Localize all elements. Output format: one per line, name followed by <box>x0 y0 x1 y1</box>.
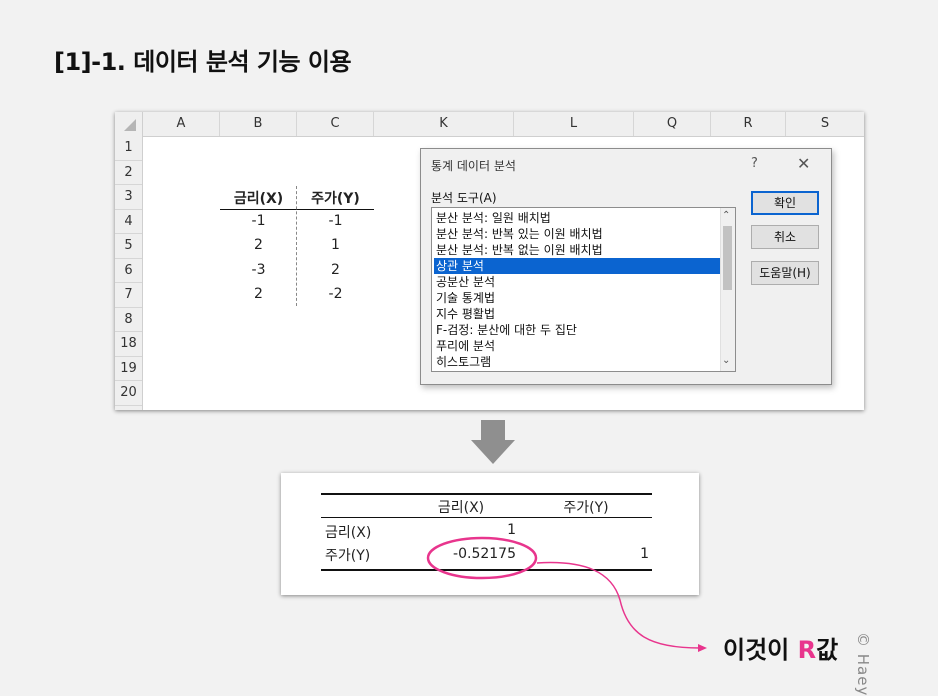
watermark: © Haey <box>854 632 872 696</box>
connector-arrow-icon <box>698 644 707 652</box>
connector-line <box>536 561 701 649</box>
annotation-suffix: 값 <box>816 636 839 664</box>
highlight-circle <box>426 536 538 580</box>
annotation-highlight: R <box>797 636 817 664</box>
highlight-annotation <box>426 536 707 652</box>
r-value-annotation: 이것이 R값 <box>723 630 838 665</box>
annotation-prefix: 이것이 <box>723 636 798 664</box>
